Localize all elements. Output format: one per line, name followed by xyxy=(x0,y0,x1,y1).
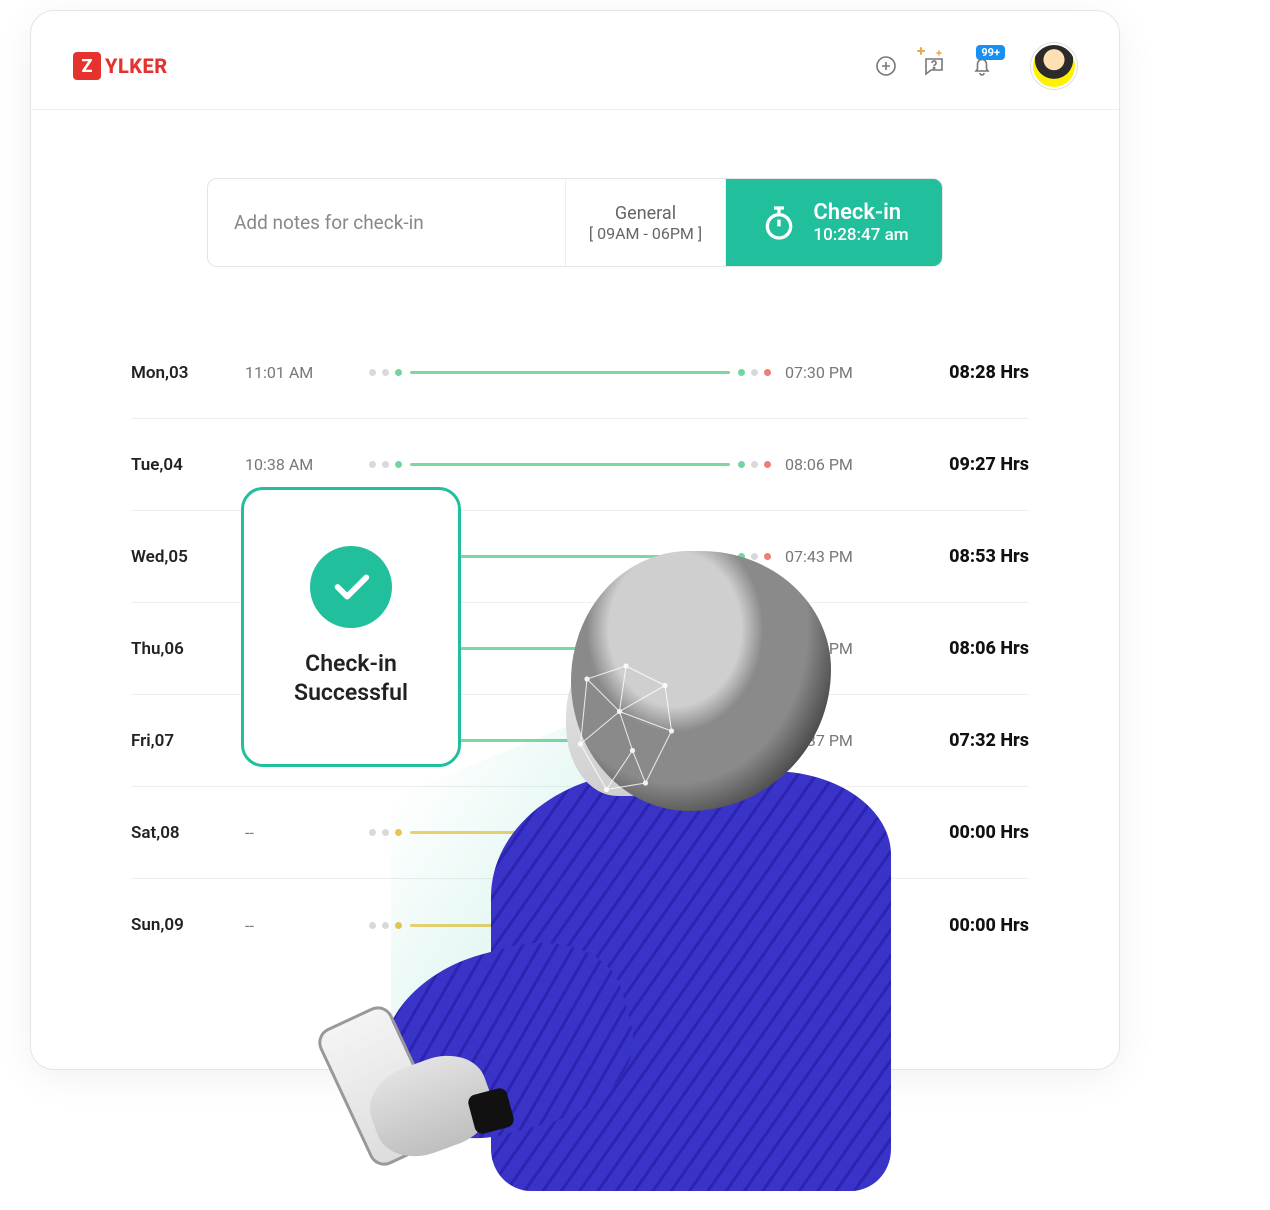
hours-total: 09:27 Hrs xyxy=(909,454,1029,475)
day-label: Tue,04 xyxy=(131,455,231,475)
person-figure xyxy=(411,551,871,1151)
hours-total: 08:53 Hrs xyxy=(909,546,1029,567)
checkin-time: 10:28:47 am xyxy=(813,225,908,245)
day-label: Wed,05 xyxy=(131,547,231,567)
time-out: 07:30 PM xyxy=(785,363,895,382)
shift-info: General [ 09AM - 06PM ] xyxy=(566,179,726,266)
time-in: -- xyxy=(245,916,355,935)
add-button[interactable] xyxy=(873,53,899,79)
checkin-button-text: Check-in 10:28:47 am xyxy=(813,200,908,245)
avatar[interactable] xyxy=(1031,43,1077,89)
plus-circle-icon xyxy=(874,54,898,78)
timeline-track xyxy=(369,453,771,477)
day-label: Thu,06 xyxy=(131,639,231,659)
brand-logo: Z YLKER xyxy=(73,52,168,80)
notifications-button[interactable]: 99+ xyxy=(969,53,995,79)
checkin-notes-input[interactable]: Add notes for check-in xyxy=(208,179,566,266)
header-actions: 99+ xyxy=(873,43,1077,89)
face-mesh-icon xyxy=(561,651,691,811)
attendance-row[interactable]: Mon,03 11:01 AM 07:30 PM 08:28 Hrs xyxy=(131,327,1029,419)
hours-total: 07:32 Hrs xyxy=(909,730,1029,751)
day-label: Mon,03 xyxy=(131,363,231,383)
day-label: Fri,07 xyxy=(131,731,231,751)
time-out: 08:06 PM xyxy=(785,455,895,474)
header-bar: Z YLKER 99+ xyxy=(31,11,1119,110)
day-label: Sun,09 xyxy=(131,915,231,935)
checkin-notes-placeholder: Add notes for check-in xyxy=(234,211,424,234)
checkin-bar: Add notes for check-in General [ 09AM - … xyxy=(207,178,943,267)
help-button[interactable] xyxy=(921,53,947,79)
hours-total: 08:06 Hrs xyxy=(909,638,1029,659)
timeline-track xyxy=(369,361,771,385)
stopwatch-icon xyxy=(759,203,799,243)
day-label: Sat,08 xyxy=(131,823,231,843)
shift-name: General xyxy=(615,203,676,224)
time-in: -- xyxy=(245,823,355,842)
time-in: 10:38 AM xyxy=(245,455,355,474)
hours-total: 00:00 Hrs xyxy=(909,915,1029,936)
decorative-person xyxy=(351,491,871,1171)
shift-time: [ 09AM - 06PM ] xyxy=(589,224,702,243)
chat-question-icon xyxy=(922,54,946,78)
checkin-label: Check-in xyxy=(813,200,901,225)
hours-total: 00:00 Hrs xyxy=(909,822,1029,843)
brand-name: YLKER xyxy=(105,54,168,78)
notification-badge: 99+ xyxy=(976,45,1005,60)
hours-total: 08:28 Hrs xyxy=(909,362,1029,383)
brand-mark: Z xyxy=(73,52,101,80)
app-window: Z YLKER 99+ Add notes for check-in Gener xyxy=(30,10,1120,1070)
checkin-button[interactable]: Check-in 10:28:47 am xyxy=(726,179,942,266)
time-in: 11:01 AM xyxy=(245,363,355,382)
